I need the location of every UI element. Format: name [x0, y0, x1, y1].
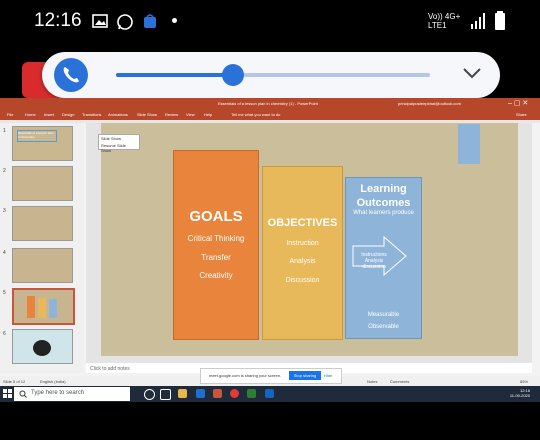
comments-toggle[interactable]: Comments: [390, 379, 409, 384]
status-time: 12:16: [34, 10, 82, 31]
objectives-item: Instruction: [286, 240, 319, 247]
app-bag-icon: [144, 14, 156, 28]
tab-home[interactable]: Home: [25, 112, 36, 117]
battery-icon: [495, 11, 505, 30]
goals-item: Transfer: [201, 253, 231, 262]
network-label: Vo)) 4G+ LTE1: [428, 12, 461, 30]
slideshow-dropdown[interactable]: Slide Show Resume Slide Show: [98, 134, 140, 153]
notification-dot-icon: [172, 18, 177, 23]
phone-icon: [63, 67, 79, 83]
slide-thumbnail-4[interactable]: [12, 248, 73, 283]
search-placeholder: Type here to search: [31, 390, 85, 396]
thumb-number: 5: [3, 290, 6, 296]
slide-thumbnail-2[interactable]: [12, 166, 73, 201]
taskbar-clock[interactable]: 12:16 11-09-2020: [500, 388, 530, 398]
stop-sharing-button[interactable]: Stop sharing: [289, 371, 321, 380]
volume-fill: [116, 73, 234, 77]
resume-slideshow-item[interactable]: Resume Slide Show: [99, 142, 139, 154]
zoom-level[interactable]: 85%: [520, 379, 528, 384]
objectives-box[interactable]: [262, 166, 343, 340]
objectives-title: OBJECTIVES: [267, 217, 338, 229]
goals-item: Critical Thinking: [187, 234, 245, 243]
tab-review[interactable]: Review: [165, 112, 178, 117]
slide-blue-shape[interactable]: [458, 124, 480, 164]
share-button[interactable]: Share: [516, 112, 527, 117]
thumb-objectives-mini: [38, 298, 46, 318]
tell-me-search[interactable]: Tell me what you want to do: [231, 112, 280, 117]
mail-icon[interactable]: [196, 389, 205, 398]
outcomes-title: Learning Outcomes: [356, 183, 411, 209]
outcomes-item: Measurable: [367, 312, 400, 318]
gallery-icon: [92, 14, 108, 28]
thumb-number: 3: [3, 208, 6, 214]
objectives-item: Discussion: [285, 277, 320, 284]
slide-thumbnail-5-selected[interactable]: [12, 288, 75, 325]
powerpoint-taskbar-icon[interactable]: [213, 389, 222, 398]
excel-icon[interactable]: [247, 389, 256, 398]
share-message: meet.google.com is sharing your screen.: [209, 373, 282, 378]
file-explorer-icon[interactable]: [178, 389, 187, 398]
notes-placeholder: Click to add notes: [90, 366, 130, 372]
ppt-title-bar: Essentials of a lesson plan in chemistry…: [0, 98, 540, 110]
slide-thumbnail-3[interactable]: [12, 206, 73, 241]
slide-thumbnail-6[interactable]: [12, 329, 73, 364]
outcomes-arrow-text: Instructions Analysis discussion: [361, 252, 387, 270]
thumb-number: 2: [3, 168, 6, 174]
outcomes-item: Observable: [368, 324, 399, 330]
thumb-number: 6: [3, 331, 6, 337]
ppt-window-title: Essentials of a lesson plan in chemistry…: [218, 101, 318, 106]
window-controls[interactable]: – ▢ ✕: [508, 99, 528, 107]
whatsapp-icon: [117, 14, 133, 30]
status-language[interactable]: English (India): [40, 379, 66, 384]
tab-animations[interactable]: Animations: [108, 112, 128, 117]
tab-file[interactable]: File: [7, 112, 13, 117]
ppt-user-email: principalpradeepbhat@outlook.com: [398, 101, 461, 106]
search-icon: [19, 390, 27, 398]
goals-item: Creativity: [199, 271, 233, 280]
thumb-number: 4: [3, 250, 6, 256]
thumb-number: 1: [3, 128, 6, 134]
tab-help[interactable]: Help: [204, 112, 212, 117]
status-slide-count: Slide 5 of 12: [3, 379, 26, 384]
thumb1-title: Essentials of a lesson plan in Chemistry: [17, 130, 57, 142]
tab-insert[interactable]: Insert: [44, 112, 54, 117]
hide-button[interactable]: Hide: [324, 373, 332, 378]
goals-box[interactable]: [173, 150, 259, 340]
windows-start-icon[interactable]: [3, 389, 13, 399]
volume-slider-knob[interactable]: [222, 64, 244, 86]
signal-icon: [471, 13, 485, 29]
thumb-goals-mini: [27, 296, 35, 318]
tab-view[interactable]: View: [186, 112, 195, 117]
goals-title: GOALS: [189, 208, 243, 225]
tab-transitions[interactable]: Transitions: [82, 112, 101, 117]
chevron-down-icon[interactable]: [462, 66, 482, 80]
tab-design[interactable]: Design: [62, 112, 74, 117]
edge-icon[interactable]: [265, 389, 274, 398]
thumb6-figure: [33, 340, 51, 356]
phone-bottom-area: [0, 402, 540, 440]
notes-toggle[interactable]: Notes: [367, 379, 377, 384]
outcomes-subtitle: What learners produce: [353, 210, 414, 216]
cortana-icon[interactable]: [144, 389, 155, 400]
tab-slide-show[interactable]: Slide Show: [137, 112, 157, 117]
slide-thumbnail-1[interactable]: Essentials of a lesson plan in Chemistry: [12, 126, 73, 161]
objectives-item: Analysis: [289, 258, 316, 265]
task-view-icon[interactable]: [160, 389, 171, 400]
slideshow-menu-item[interactable]: Slide Show: [99, 135, 139, 142]
chrome-icon[interactable]: [230, 389, 239, 398]
call-button[interactable]: [54, 58, 88, 92]
thumb-outcomes-mini: [49, 299, 57, 318]
